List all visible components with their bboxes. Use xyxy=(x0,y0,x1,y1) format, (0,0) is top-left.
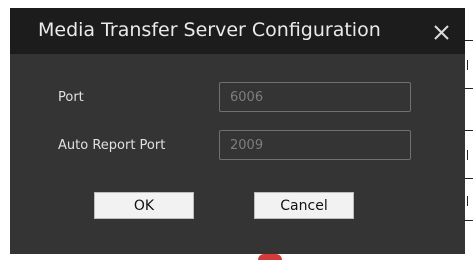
media-transfer-server-dialog: Media Transfer Server Configuration Port… xyxy=(10,8,465,254)
dialog-titlebar: Media Transfer Server Configuration xyxy=(10,8,465,54)
port-label: Port xyxy=(58,90,84,105)
close-icon[interactable] xyxy=(431,21,453,43)
auto-report-port-label: Auto Report Port xyxy=(58,138,166,153)
auto-report-port-field[interactable] xyxy=(219,130,411,160)
ok-button[interactable]: OK xyxy=(94,192,194,219)
background-red-shape xyxy=(258,254,282,260)
port-field[interactable] xyxy=(219,82,411,112)
dialog-title: Media Transfer Server Configuration xyxy=(38,19,381,41)
cancel-button[interactable]: Cancel xyxy=(254,192,354,219)
screen: Media Transfer Server Configuration Port… xyxy=(0,0,473,260)
